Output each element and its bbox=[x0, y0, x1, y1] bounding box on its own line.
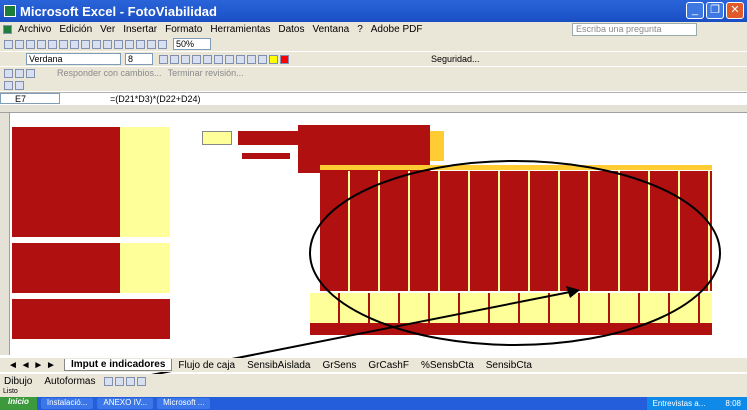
underline-icon[interactable] bbox=[181, 54, 190, 64]
sort-desc-icon[interactable] bbox=[147, 39, 156, 49]
mail-icon[interactable] bbox=[26, 68, 35, 78]
undo-icon[interactable] bbox=[103, 39, 112, 49]
zoom-select[interactable]: 50% bbox=[173, 38, 211, 50]
new-icon[interactable] bbox=[4, 39, 13, 49]
paste-icon[interactable] bbox=[92, 39, 101, 49]
menu-edicion[interactable]: Edición bbox=[55, 24, 96, 35]
reply-changes-button[interactable]: Responder con cambios... bbox=[57, 68, 162, 78]
bold-icon[interactable] bbox=[159, 54, 168, 64]
task-anexo[interactable]: ANEXO IV... bbox=[97, 398, 154, 409]
rectangle-icon[interactable] bbox=[125, 376, 135, 386]
redo-icon[interactable] bbox=[114, 39, 123, 49]
system-tray: Entrevistas a... 8:08 bbox=[646, 397, 747, 410]
align-right-icon[interactable] bbox=[214, 54, 223, 64]
sort-asc-icon[interactable] bbox=[136, 39, 145, 49]
window-title: Microsoft Excel - FotoViabilidad bbox=[20, 3, 217, 19]
percent-icon[interactable] bbox=[247, 54, 256, 64]
name-box[interactable]: E7 bbox=[0, 93, 60, 104]
font-color-icon[interactable] bbox=[280, 54, 289, 64]
menu-ver[interactable]: Ver bbox=[96, 24, 119, 35]
title-bar: Microsoft Excel - FotoViabilidad _ ❐ ✕ bbox=[0, 0, 747, 22]
spell-icon[interactable] bbox=[59, 39, 68, 49]
sum-icon[interactable] bbox=[125, 39, 134, 49]
end-review-button[interactable]: Terminar revisión... bbox=[168, 68, 244, 78]
copy-icon[interactable] bbox=[81, 39, 90, 49]
review-icon[interactable] bbox=[4, 68, 13, 78]
menu-datos[interactable]: Datos bbox=[274, 24, 308, 35]
security-button[interactable]: Seguridad... bbox=[431, 54, 480, 64]
menu-help[interactable]: ? bbox=[353, 24, 367, 35]
tab-grcashf[interactable]: GrCashF bbox=[362, 360, 415, 371]
line-icon[interactable] bbox=[103, 376, 113, 386]
currency-icon[interactable] bbox=[236, 54, 245, 64]
reviewing-toolbar: Responder con cambios... Terminar revisi… bbox=[0, 67, 747, 79]
tab-imput-indicadores[interactable]: Imput e indicadores bbox=[63, 359, 173, 371]
borders-icon[interactable] bbox=[258, 54, 267, 64]
font-select[interactable]: Verdana bbox=[26, 53, 121, 65]
menu-ventana[interactable]: Ventana bbox=[308, 24, 353, 35]
tool-icon[interactable] bbox=[4, 80, 13, 90]
print-icon[interactable] bbox=[37, 39, 46, 49]
tab-sensbcta-pct[interactable]: %SensbCta bbox=[415, 360, 480, 371]
tab-sensib-aislada[interactable]: SensibAislada bbox=[241, 360, 316, 371]
tab-flujo-caja[interactable]: Flujo de caja bbox=[172, 360, 241, 371]
tray-label: Entrevistas a... bbox=[652, 399, 706, 408]
cut-icon[interactable] bbox=[70, 39, 79, 49]
oval-icon[interactable] bbox=[136, 376, 146, 386]
fill-color-icon[interactable] bbox=[269, 54, 278, 64]
tab-nav-icon[interactable]: ◄ ◄ ► ► bbox=[0, 360, 64, 371]
extra-toolbar bbox=[0, 79, 747, 91]
tab-sensibcta[interactable]: SensibCta bbox=[480, 360, 538, 371]
close-button[interactable]: ✕ bbox=[726, 2, 744, 19]
drawing-toolbar: Dibujo Autoformas bbox=[0, 374, 747, 388]
arrow-icon[interactable] bbox=[114, 376, 124, 386]
menu-adobe-pdf[interactable]: Adobe PDF bbox=[367, 24, 427, 35]
menu-insertar[interactable]: Insertar bbox=[119, 24, 161, 35]
draw-menu[interactable]: Dibujo bbox=[4, 376, 32, 387]
column-headers bbox=[0, 105, 747, 113]
standard-toolbar: 50% bbox=[0, 37, 747, 51]
start-button[interactable]: Inicio bbox=[0, 397, 37, 410]
taskbar: Inicio Instalació... ANEXO IV... Microso… bbox=[0, 397, 747, 410]
minimize-button[interactable]: _ bbox=[686, 2, 704, 19]
preview-icon[interactable] bbox=[48, 39, 57, 49]
help-search-input[interactable]: Escriba una pregunta bbox=[572, 23, 697, 36]
tool-icon[interactable] bbox=[15, 80, 24, 90]
align-center-icon[interactable] bbox=[203, 54, 212, 64]
font-size-select[interactable]: 8 bbox=[125, 53, 153, 65]
clock: 8:08 bbox=[725, 399, 741, 408]
comment-icon[interactable] bbox=[15, 68, 24, 78]
arrow-head bbox=[566, 286, 580, 298]
menu-herramientas[interactable]: Herramientas bbox=[206, 24, 274, 35]
menu-formato[interactable]: Formato bbox=[161, 24, 206, 35]
italic-icon[interactable] bbox=[170, 54, 179, 64]
sheet-tabs: ◄ ◄ ► ► Imput e indicadores Flujo de caj… bbox=[0, 358, 747, 372]
formula-input[interactable]: =(D21*D3)*(D22+D24) bbox=[110, 94, 201, 104]
align-left-icon[interactable] bbox=[192, 54, 201, 64]
status-bar: Listo bbox=[0, 388, 747, 397]
open-icon[interactable] bbox=[15, 39, 24, 49]
formatting-toolbar: Verdana 8 Seguridad... bbox=[0, 52, 747, 66]
formula-bar: E7 =(D21*D3)*(D22+D24) bbox=[0, 92, 747, 104]
task-microsoft[interactable]: Microsoft ... bbox=[157, 398, 211, 409]
save-icon[interactable] bbox=[26, 39, 35, 49]
tab-grsens[interactable]: GrSens bbox=[316, 360, 362, 371]
merge-icon[interactable] bbox=[225, 54, 234, 64]
menu-bar: Archivo Edición Ver Insertar Formato Her… bbox=[0, 22, 747, 37]
autoshapes-menu[interactable]: Autoformas bbox=[44, 376, 95, 387]
task-instalacion[interactable]: Instalació... bbox=[40, 398, 94, 409]
workbook-icon bbox=[3, 25, 12, 34]
chart-wizard-icon[interactable] bbox=[158, 39, 167, 49]
maximize-button[interactable]: ❐ bbox=[706, 2, 724, 19]
menu-archivo[interactable]: Archivo bbox=[14, 24, 55, 35]
excel-icon bbox=[4, 5, 16, 17]
